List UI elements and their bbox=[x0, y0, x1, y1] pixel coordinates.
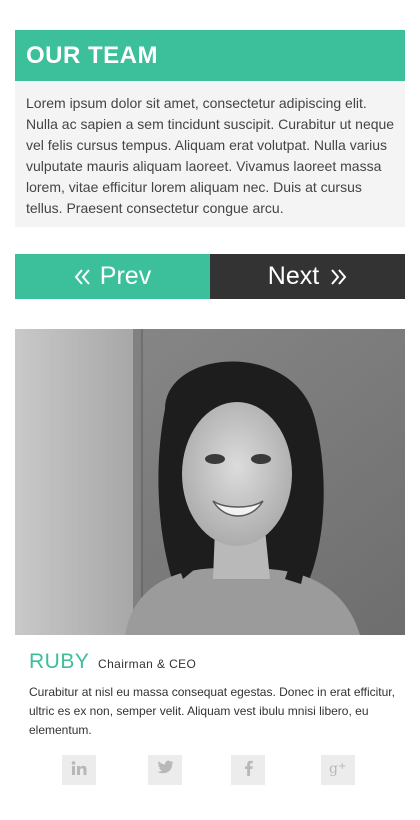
member-bio: Curabitur at nisl eu massa consequat ege… bbox=[29, 685, 395, 737]
facebook-icon bbox=[244, 760, 253, 781]
next-label: Next bbox=[267, 262, 320, 290]
linkedin-button[interactable] bbox=[62, 755, 96, 785]
google-plus-button[interactable]: g + bbox=[321, 755, 355, 785]
double-chevron-right-icon bbox=[331, 268, 347, 286]
svg-text:+: + bbox=[338, 761, 346, 772]
prev-button[interactable]: Prev bbox=[15, 254, 210, 299]
facebook-button[interactable] bbox=[231, 755, 265, 785]
google-plus-icon: g + bbox=[329, 760, 347, 781]
twitter-button[interactable] bbox=[148, 755, 182, 785]
page-title: OUR TEAM bbox=[15, 30, 405, 81]
linkedin-icon bbox=[71, 760, 87, 780]
pager: Prev Next bbox=[15, 254, 405, 299]
svg-text:g: g bbox=[329, 761, 338, 776]
member-photo bbox=[15, 329, 405, 635]
member-role: Chairman & CEO bbox=[98, 657, 197, 671]
twitter-icon bbox=[156, 760, 174, 780]
double-chevron-left-icon bbox=[74, 268, 90, 286]
member-name: RUBY bbox=[29, 650, 90, 673]
intro-text: Lorem ipsum dolor sit amet, consectetur … bbox=[15, 81, 405, 227]
next-button[interactable]: Next bbox=[210, 254, 405, 299]
prev-label: Prev bbox=[99, 262, 152, 290]
